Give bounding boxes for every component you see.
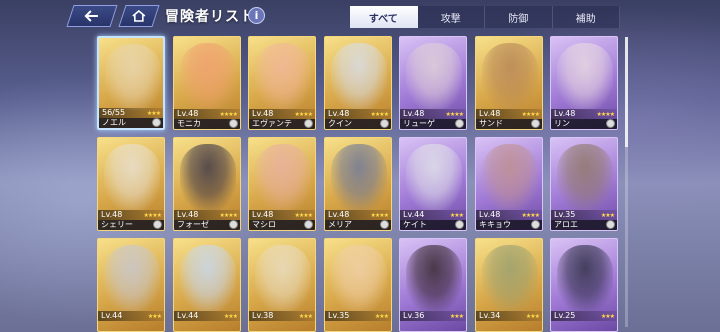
rarity-stars: ★★★: [600, 313, 615, 320]
rarity-stars: ★★★★: [521, 111, 539, 118]
rarity-stars: ★★★★: [370, 111, 388, 118]
character-portrait: [482, 245, 538, 311]
character-portrait: [104, 144, 160, 210]
element-icon: [380, 119, 389, 128]
adventurer-card[interactable]: Lv.38 ★★★: [248, 238, 316, 332]
adventurer-card[interactable]: Lv.48 ★★★★ マシロ: [248, 137, 316, 231]
element-icon: [380, 220, 389, 229]
element-icon: [229, 119, 238, 128]
character-portrait: [482, 144, 538, 210]
adventurer-card[interactable]: Lv.44 ★★★ ケイト: [399, 137, 467, 231]
adventurer-card[interactable]: Lv.44 ★★★: [173, 238, 241, 332]
home-icon: [132, 7, 146, 26]
rarity-stars: ★★★★: [294, 212, 312, 219]
rarity-stars: ★★★★: [219, 212, 237, 219]
character-portrait: [331, 144, 387, 210]
rarity-stars: ★★★: [525, 313, 540, 320]
rarity-stars: ★★★: [600, 212, 615, 219]
character-portrait: [255, 245, 311, 311]
adventurer-card[interactable]: Lv.36 ★★★: [399, 238, 467, 332]
adventurer-card[interactable]: Lv.48 ★★★★ キキョウ: [475, 137, 543, 231]
rarity-stars: ★★★: [374, 313, 389, 320]
element-icon: [606, 220, 615, 229]
adventurer-card[interactable]: Lv.48 ★★★★ クイン: [324, 36, 392, 130]
character-portrait: [557, 144, 613, 210]
character-portrait: [406, 245, 462, 311]
character-portrait: [180, 144, 236, 210]
home-button[interactable]: [118, 5, 160, 27]
element-icon: [229, 220, 238, 229]
element-icon: [152, 118, 161, 127]
adventurer-card[interactable]: Lv.48 ★★★★ サンド: [475, 36, 543, 130]
element-icon: [606, 119, 615, 128]
character-portrait: [180, 245, 236, 311]
element-icon: [455, 119, 464, 128]
adventurer-grid: 56/55 ★★★ ノエル Lv.48 ★★★★ モニカ Lv.48 ★★★★ エヴァンテ Lv.…: [97, 36, 618, 332]
adventurer-card[interactable]: Lv.48 ★★★★ リン: [550, 36, 618, 130]
element-icon: [304, 220, 313, 229]
tab-attack[interactable]: 攻撃: [417, 6, 485, 28]
adventurer-card[interactable]: Lv.35 ★★★: [324, 238, 392, 332]
adventurer-card[interactable]: Lv.44 ★★★: [97, 238, 165, 332]
adventurer-card[interactable]: Lv.48 ★★★★ エヴァンテ: [248, 36, 316, 130]
element-icon: [455, 220, 464, 229]
rarity-stars: ★★★: [298, 313, 313, 320]
rarity-stars: ★★★: [146, 110, 161, 117]
rarity-stars: ★★★★: [219, 111, 237, 118]
element-icon: [153, 220, 162, 229]
rarity-stars: ★★★★: [596, 111, 614, 118]
character-portrait: [104, 245, 160, 311]
rarity-stars: ★★★: [223, 313, 238, 320]
adventurer-card[interactable]: Lv.48 ★★★★ リューゲ: [399, 36, 467, 130]
character-portrait: [180, 43, 236, 109]
scrollbar-thumb[interactable]: [625, 37, 628, 147]
character-portrait: [255, 43, 311, 109]
rarity-stars: ★★★: [147, 313, 162, 320]
back-arrow-icon: [84, 7, 100, 26]
adventurer-card[interactable]: Lv.25 ★★★: [550, 238, 618, 332]
rarity-stars: ★★★★: [294, 111, 312, 118]
rarity-stars: ★★★: [449, 313, 464, 320]
element-icon: [531, 220, 540, 229]
adventurer-card[interactable]: Lv.34 ★★★: [475, 238, 543, 332]
element-icon: [531, 119, 540, 128]
rarity-stars: ★★★★: [370, 212, 388, 219]
back-button[interactable]: [66, 5, 118, 27]
tab-support[interactable]: 補助: [552, 6, 620, 28]
rarity-stars: ★★★: [449, 212, 464, 219]
adventurer-card[interactable]: Lv.48 ★★★★ シェリー: [97, 137, 165, 231]
info-button[interactable]: i: [248, 7, 265, 24]
adventurer-card[interactable]: Lv.48 ★★★★ フォーゼ: [173, 137, 241, 231]
character-portrait: [557, 245, 613, 311]
tab-defense[interactable]: 防御: [485, 6, 553, 28]
tab-all[interactable]: すべて: [350, 6, 418, 28]
rarity-stars: ★★★★: [445, 111, 463, 118]
adventurer-card[interactable]: 56/55 ★★★ ノエル: [97, 36, 165, 130]
filter-tabs: すべて 攻撃 防御 補助: [350, 6, 620, 28]
adventurer-card[interactable]: Lv.48 ★★★★ モニカ: [173, 36, 241, 130]
character-portrait: [406, 43, 462, 109]
character-portrait: [105, 44, 161, 110]
character-portrait: [557, 43, 613, 109]
character-portrait: [331, 245, 387, 311]
rarity-stars: ★★★★: [143, 212, 161, 219]
character-portrait: [255, 144, 311, 210]
character-portrait: [482, 43, 538, 109]
character-portrait: [406, 144, 462, 210]
adventurer-card[interactable]: Lv.48 ★★★★ メリア: [324, 137, 392, 231]
character-portrait: [331, 43, 387, 109]
element-icon: [304, 119, 313, 128]
adventurer-card[interactable]: Lv.35 ★★★ アロエ: [550, 137, 618, 231]
page-title: 冒険者リスト: [165, 9, 255, 25]
rarity-stars: ★★★★: [521, 212, 539, 219]
